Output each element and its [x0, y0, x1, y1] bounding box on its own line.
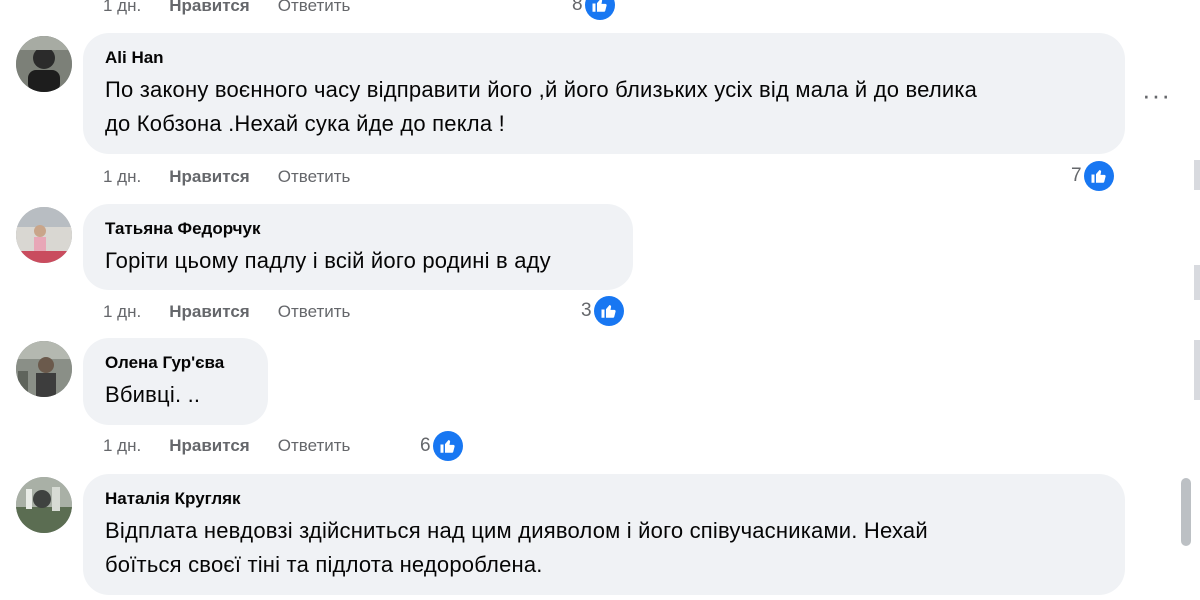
reply-button[interactable]: Ответить: [278, 301, 351, 323]
scrollbar-edge: [1194, 340, 1200, 400]
scrollbar-edge: [1194, 160, 1200, 190]
like-thumb-icon: [432, 431, 463, 461]
avatar[interactable]: [16, 36, 72, 92]
avatar[interactable]: [16, 207, 72, 263]
comment-text: Відплата невдовзі здійсниться над цим ди…: [105, 518, 928, 577]
reaction-count[interactable]: 6: [420, 431, 463, 461]
more-options-icon[interactable]: ···: [1142, 82, 1171, 108]
comment-author[interactable]: Татьяна Федорчук: [105, 218, 611, 240]
like-thumb-icon: [584, 0, 615, 20]
comment-actions: 1 дн. Нравится Ответить: [103, 166, 378, 188]
comment-author[interactable]: Ali Han: [105, 47, 1103, 69]
like-thumb-icon: [593, 296, 624, 326]
comment-author[interactable]: Олена Гур'єва: [105, 352, 246, 374]
reply-button[interactable]: Ответить: [278, 166, 351, 188]
like-button[interactable]: Нравится: [169, 166, 250, 188]
avatar[interactable]: [16, 477, 72, 533]
reply-button[interactable]: Ответить: [278, 435, 351, 457]
avatar[interactable]: [16, 341, 72, 397]
scrollbar-edge: [1194, 265, 1200, 300]
comment-bubble: Татьяна Федорчук Горіти цьому падлу і вс…: [83, 204, 633, 290]
like-button[interactable]: Нравится: [169, 301, 250, 323]
scrollbar[interactable]: [1172, 0, 1200, 600]
comment-text: Вбивці. ..: [105, 382, 201, 407]
reply-button[interactable]: Ответить: [278, 0, 351, 17]
comment-time[interactable]: 1 дн.: [103, 435, 141, 457]
comment-time[interactable]: 1 дн.: [103, 301, 141, 323]
comment-bubble: Наталія Кругляк Відплата невдовзі здійсн…: [83, 474, 1125, 595]
like-thumb-icon: [1083, 161, 1114, 191]
comment-time[interactable]: 1 дн.: [103, 166, 141, 188]
like-button[interactable]: Нравится: [169, 0, 250, 17]
reaction-count[interactable]: 8: [572, 0, 615, 20]
comment-text: Горіти цьому падлу і всій його родині в …: [105, 248, 551, 273]
comment-bubble: Ali Han По закону воєнного часу відправи…: [83, 33, 1125, 154]
like-button[interactable]: Нравится: [169, 435, 250, 457]
comment-time[interactable]: 1 дн.: [103, 0, 141, 17]
top-comment-actions: 1 дн. Нравится Ответить: [103, 0, 378, 17]
comment-text: По закону воєнного часу відправити його …: [105, 77, 978, 136]
reaction-count[interactable]: 7: [1071, 161, 1114, 191]
reaction-count[interactable]: 3: [581, 296, 624, 326]
comment-actions: 1 дн. Нравится Ответить: [103, 301, 378, 323]
scrollbar-thumb[interactable]: [1181, 478, 1191, 546]
comment-author[interactable]: Наталія Кругляк: [105, 488, 1103, 510]
comment-bubble: Олена Гур'єва Вбивці. ..: [83, 338, 268, 425]
comment-actions: 1 дн. Нравится Ответить: [103, 435, 378, 457]
